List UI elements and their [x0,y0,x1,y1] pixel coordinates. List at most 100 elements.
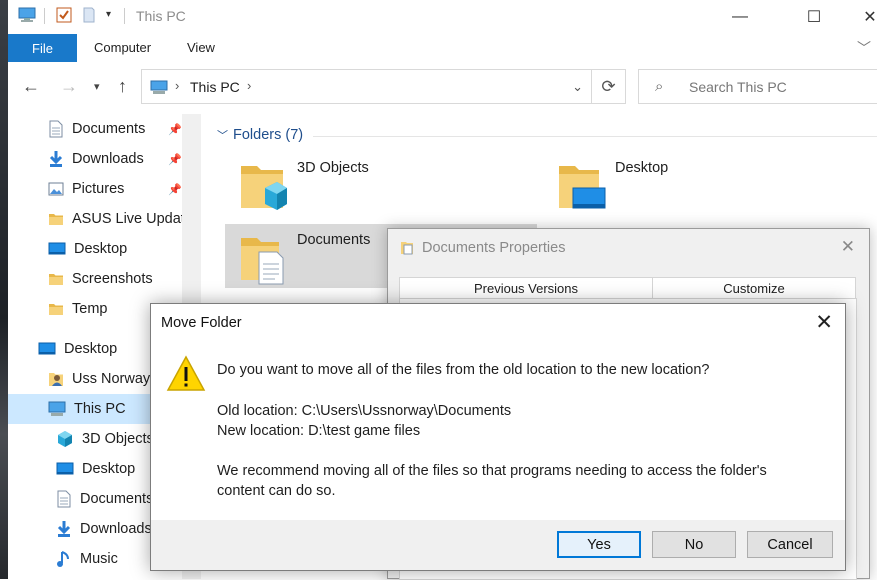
documents-icon [56,490,72,508]
breadcrumb-separator-icon[interactable]: › [175,78,179,93]
title-bar: ▾ This PC — ☐ ✕ [8,0,877,34]
sidebar-item-label: Documents [72,121,146,137]
breadcrumb-this-pc[interactable]: This PC [190,79,240,95]
move-folder-dialog: Move Folder ✕ Do you want to move all of… [150,303,846,571]
sidebar-item-pictures[interactable]: Pictures 📌 [48,174,182,204]
tab-view[interactable]: View [187,40,215,55]
sidebar-item-label: Documents [80,491,154,507]
recommendation-text-line1: We recommend moving all of the files so … [217,463,767,479]
desktop-folder-icon [559,166,606,209]
back-arrow-icon[interactable]: ← [22,76,40,97]
no-button[interactable]: No [652,531,736,558]
search-input[interactable] [687,78,861,96]
separator [124,8,125,24]
documents-icon [401,242,413,255]
navigation-bar: ← → ▾ ↑ › This PC › ⌄ ⟳ ⌕ [8,62,877,114]
sidebar-item-label: Temp [72,301,108,317]
sidebar-item-label: Downloads [72,151,144,167]
sidebar-item-label: Uss Norway [72,371,151,387]
sidebar-item-label: 3D Objects [82,431,154,447]
sidebar-item-label: Desktop [74,241,128,257]
yes-button[interactable]: Yes [557,531,641,558]
sidebar-item-desktop[interactable]: Desktop [48,234,182,264]
folder-desktop[interactable]: Desktop [557,160,857,220]
dialog-title: Move Folder [161,315,242,331]
tab-customize[interactable]: Customize [652,277,856,299]
search-box[interactable]: ⌕ [638,69,877,104]
group-divider [313,136,877,137]
documents-icon [48,120,64,138]
dialog-close-button[interactable]: ✕ [815,310,833,335]
pin-icon: 📌 [168,124,182,136]
folder-3d-objects[interactable]: 3D Objects [239,160,539,220]
downloads-icon [48,150,64,168]
breadcrumb-separator-icon[interactable]: › [247,78,251,93]
old-location-text: Old location: C:\Users\Ussnorway\Documen… [217,403,512,419]
music-icon [56,550,72,568]
sidebar-item-label: Downloads [80,521,152,537]
tab-previous-versions[interactable]: Previous Versions [399,277,653,299]
properties-title: Documents Properties [422,240,566,256]
properties-close-button[interactable]: ✕ [841,237,855,257]
collapse-group-chevron-icon[interactable]: ﹀ [217,127,228,143]
properties-quick-access-icon[interactable] [56,7,72,26]
downloads-icon [56,520,72,538]
recent-locations-chevron-icon[interactable]: ▾ [94,80,100,93]
3d-objects-icon [56,430,74,448]
maximize-button[interactable]: ☐ [791,4,837,30]
minimize-button[interactable]: — [717,4,763,30]
forward-arrow-icon[interactable]: → [60,76,78,97]
dialog-button-bar: Yes No Cancel [151,520,845,570]
sidebar-item-label: ASUS Live Updat [72,211,182,227]
window-title: This PC [136,8,186,24]
customize-quick-access-chevron-icon[interactable]: ▾ [106,9,111,20]
separator [44,8,45,24]
folder-name: 3D Objects [297,160,369,176]
address-dropdown-chevron-icon[interactable]: ⌄ [572,79,583,95]
new-folder-quick-access-icon[interactable] [82,7,96,26]
sidebar-item-label: Screenshots [72,271,153,287]
cancel-button[interactable]: Cancel [747,531,833,558]
sidebar-item-label: Pictures [72,181,125,197]
sidebar-item-label: This PC [74,401,126,417]
documents-folder-icon [241,238,284,285]
search-icon: ⌕ [655,78,664,95]
sidebar-item-screenshots[interactable]: Screenshots [48,264,182,294]
folder-name: Desktop [615,160,669,176]
sidebar-item-label: Desktop [82,461,136,477]
this-pc-icon [18,7,36,26]
pin-icon: 📌 [168,154,182,166]
folder-icon [48,211,64,227]
folder-name: Documents [297,232,371,248]
desktop-background-strip [0,0,8,579]
refresh-icon: ⟳ [601,76,616,96]
new-location-text: New location: D:\test game files [217,423,421,439]
sidebar-item-documents[interactable]: Documents 📌 [48,114,182,144]
user-folder-icon [48,370,64,388]
tab-computer[interactable]: Computer [94,40,151,55]
ribbon-tabs: File Computer View ﹀ [8,34,877,62]
sidebar-item-downloads[interactable]: Downloads 📌 [48,144,182,174]
up-arrow-icon[interactable]: ↑ [118,76,127,97]
desktop-icon [38,341,56,357]
close-button[interactable]: ✕ [847,4,877,30]
recommendation-text-line2: content can do so. [217,483,336,499]
sidebar-item-label: Desktop [64,341,118,357]
sidebar-item-asus-live-updat[interactable]: ASUS Live Updat [48,204,182,234]
expand-ribbon-chevron-icon[interactable]: ﹀ [857,38,871,58]
folder-icon [48,271,64,287]
pictures-icon [48,181,64,197]
3d-objects-folder-icon [241,166,287,210]
warning-icon [166,355,206,391]
this-pc-icon [150,80,168,98]
desktop-icon [48,241,66,257]
refresh-button[interactable]: ⟳ [592,69,626,104]
sidebar-item-label: Music [80,551,118,567]
address-bar[interactable]: › This PC › ⌄ [141,69,592,104]
folder-icon [48,301,64,317]
dialog-question: Do you want to move all of the files fro… [217,362,710,378]
pin-icon: 📌 [168,184,182,196]
desktop-icon [56,461,74,477]
tab-file[interactable]: File [8,34,77,62]
folders-group-header[interactable]: Folders (7) [233,127,303,143]
